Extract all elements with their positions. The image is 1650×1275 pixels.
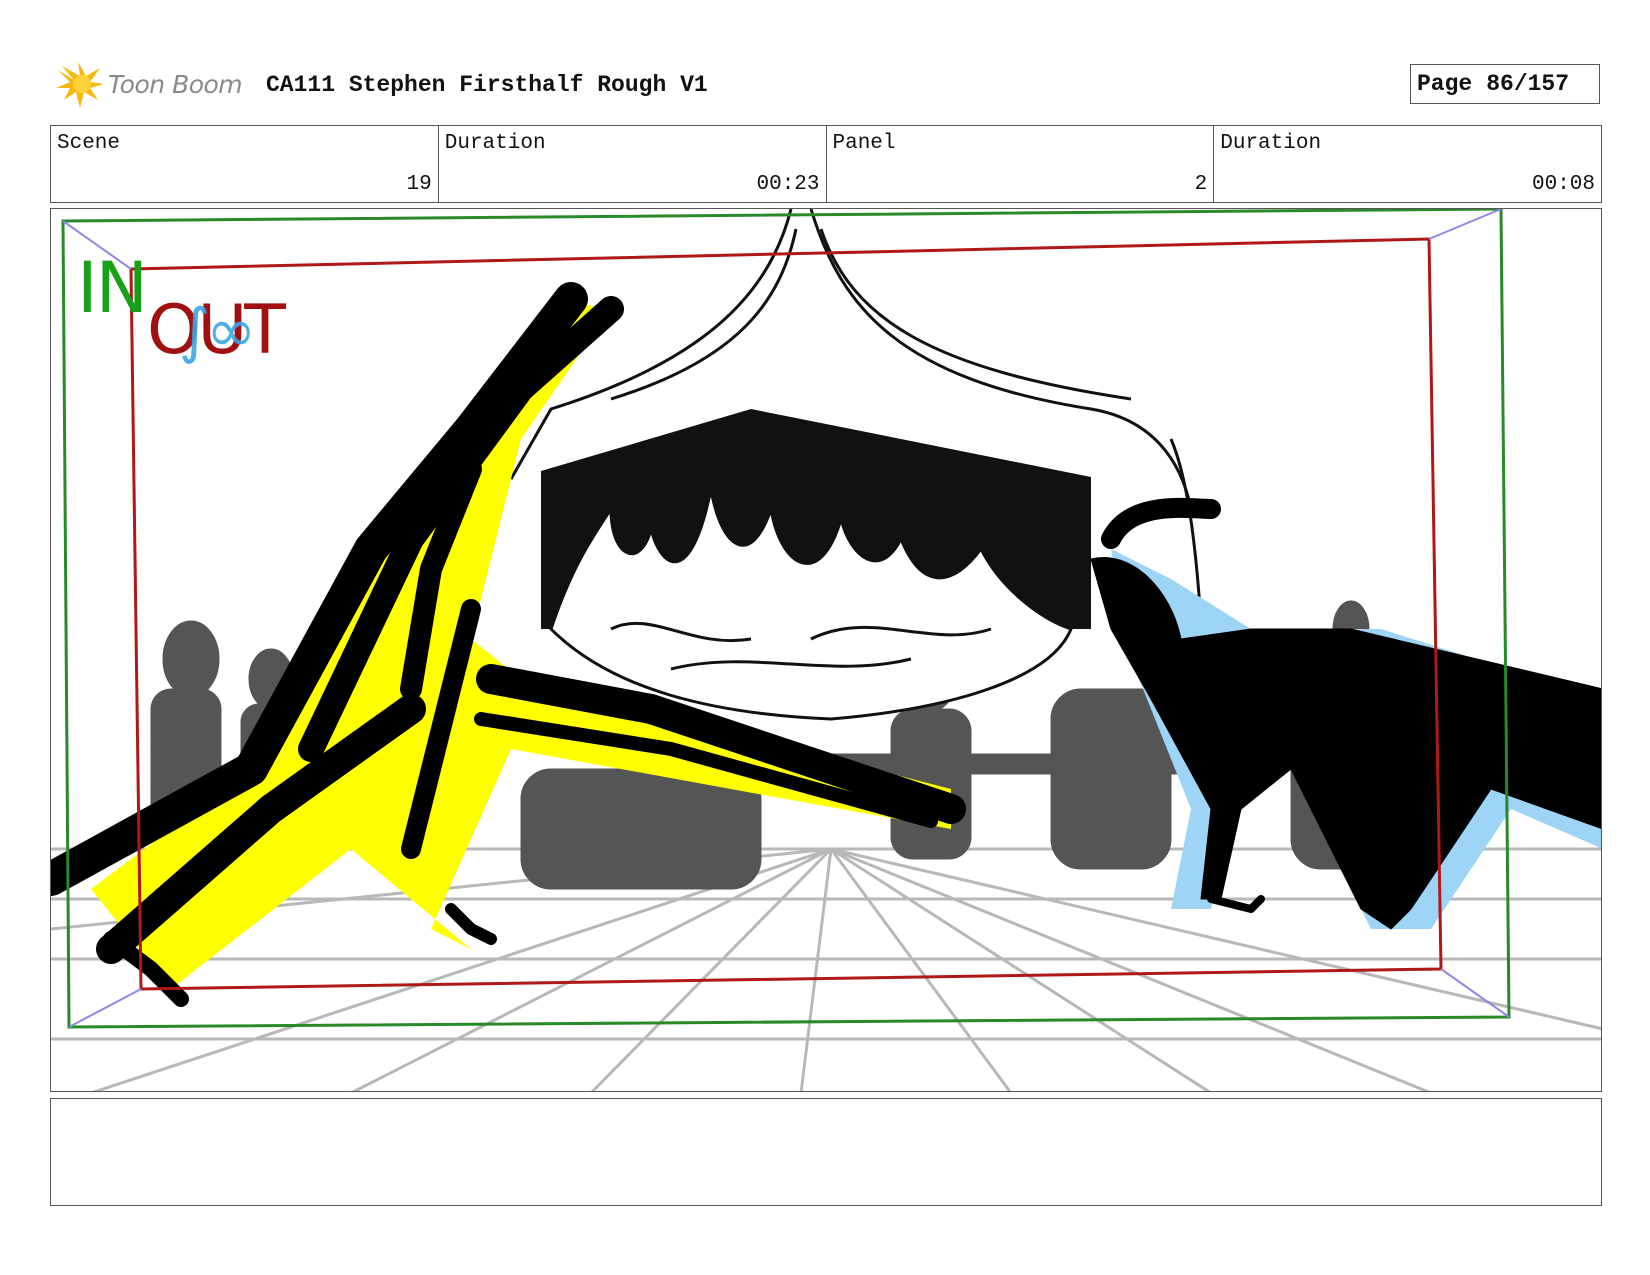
logo-text: Toon Boom bbox=[108, 70, 243, 99]
scene-duration-cell: Duration 00:23 bbox=[439, 126, 827, 202]
panel-duration-label: Duration bbox=[1220, 132, 1322, 155]
panel-drawing bbox=[51, 209, 1601, 1091]
toon-boom-logo: Toon Boom bbox=[54, 58, 254, 110]
scene-label: Scene bbox=[57, 132, 121, 155]
panel-duration-value: 00:08 bbox=[1531, 173, 1595, 196]
page-label: Page bbox=[1417, 71, 1473, 97]
panel-duration-cell: Duration 00:08 bbox=[1214, 126, 1601, 202]
header: Toon Boom CA111 Stephen Firsthalf Rough … bbox=[54, 58, 1602, 110]
blue-scribble-mark: ∫∞ bbox=[179, 296, 256, 366]
in-frame-tag: IN bbox=[77, 247, 148, 329]
notes-area bbox=[50, 1098, 1602, 1206]
panel-label: Panel bbox=[832, 132, 896, 155]
info-row: Scene 19 Duration 00:23 Panel 2 Duration… bbox=[50, 125, 1602, 203]
panel-value: 2 bbox=[1194, 173, 1208, 196]
page-indicator: Page 86/157 bbox=[1410, 64, 1600, 104]
scene-duration-value: 00:23 bbox=[756, 173, 820, 196]
document-title: CA111 Stephen Firsthalf Rough V1 bbox=[266, 72, 708, 98]
storyboard-panel: IN OUT ∫∞ bbox=[50, 208, 1602, 1092]
page-value: 86/157 bbox=[1486, 71, 1570, 97]
starburst-icon bbox=[56, 62, 104, 108]
scene-cell: Scene 19 bbox=[51, 126, 439, 202]
panel-cell: Panel 2 bbox=[827, 126, 1215, 202]
scene-duration-label: Duration bbox=[444, 132, 546, 155]
right-creature bbox=[1090, 497, 1601, 930]
scene-value: 19 bbox=[406, 173, 432, 196]
